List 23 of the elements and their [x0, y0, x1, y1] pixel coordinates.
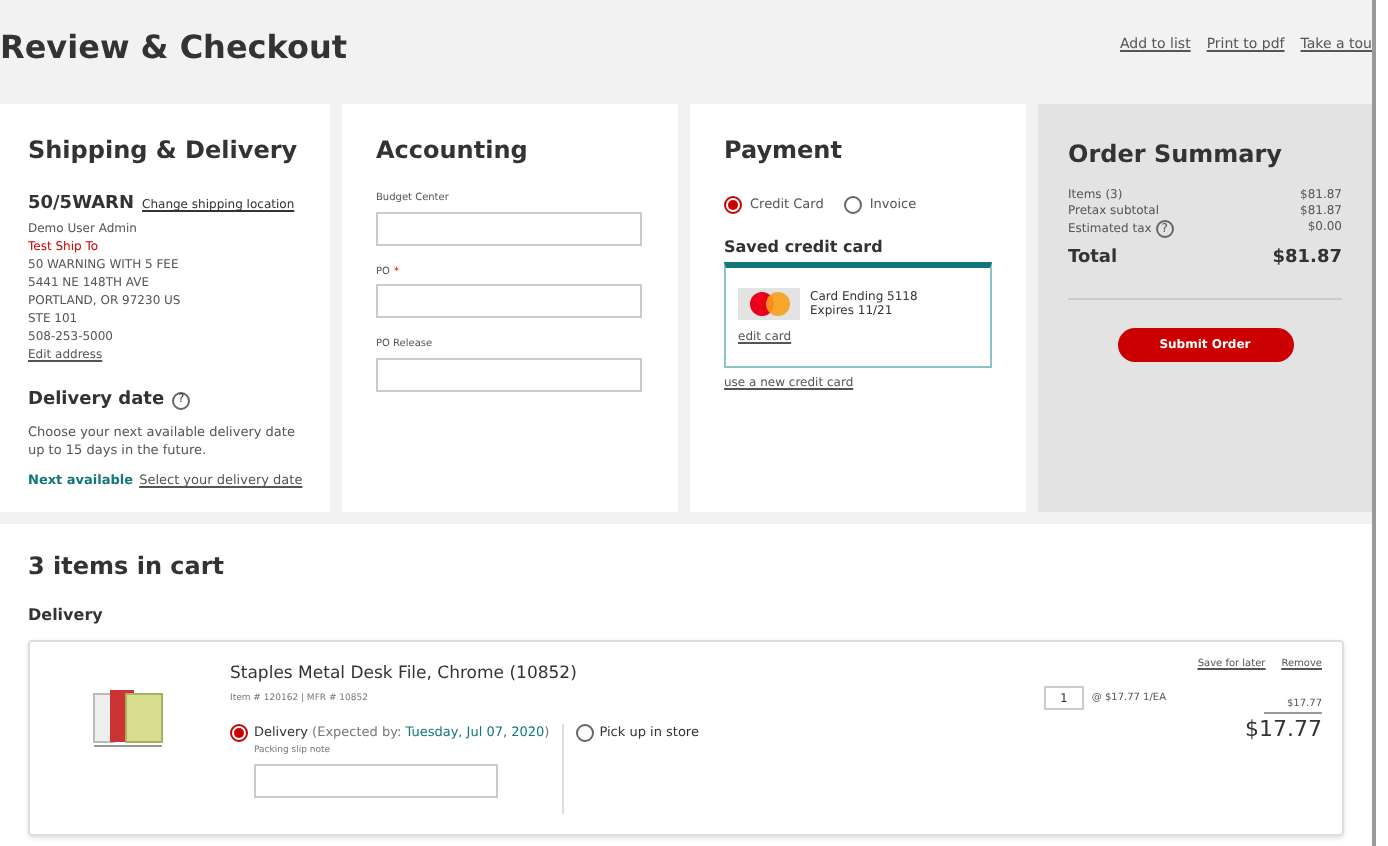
radio-button[interactable] — [724, 196, 742, 215]
radio-button[interactable] — [843, 196, 862, 215]
group-heading: Delivery — [28, 604, 105, 628]
section-title: Order Summary — [1068, 138, 1284, 172]
item-price: $17.77 — [1245, 714, 1322, 746]
packing-slip-note-input[interactable] — [254, 764, 498, 798]
location-code: 50/5WARN — [28, 192, 135, 218]
card-brand-logo — [738, 287, 800, 320]
total-label: Total — [1068, 246, 1118, 272]
page-title: Review & Checkout — [0, 26, 348, 70]
delivery-date-heading: Delivery date — [28, 387, 165, 413]
section-title: Shipping & Delivery — [28, 134, 300, 168]
text-input[interactable] — [376, 357, 642, 391]
text-input[interactable] — [376, 284, 642, 318]
text-input[interactable] — [376, 211, 642, 245]
saved-card-heading: Saved credit card — [724, 235, 885, 260]
section-title: Accounting — [376, 134, 530, 168]
radio-button[interactable] — [230, 723, 248, 742]
section-title: Payment — [724, 134, 844, 168]
product-name[interactable]: Staples Metal Desk File, Chrome (10852) — [230, 662, 1044, 688]
cart-heading: 3 items in cart — [28, 550, 227, 584]
radio-button[interactable] — [575, 723, 594, 742]
total-value: $81.87 — [1272, 246, 1342, 272]
